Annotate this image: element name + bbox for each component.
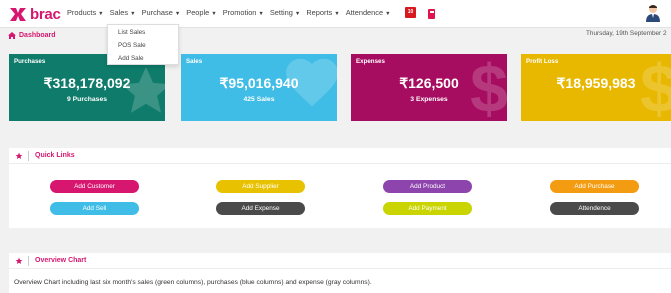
nav-setting[interactable]: Setting ▼ [270,8,300,17]
nav-promotion-label: Promotion [222,8,257,17]
star-icon [15,257,23,264]
overview-chart-description: Overview Chart including last six month'… [14,279,372,286]
quick-links-header: Quick Links [9,148,671,164]
card-value: ₹18,959,983 [556,75,636,91]
calculator-icon[interactable] [428,9,435,19]
chevron-down-icon: ▼ [130,11,136,17]
breadcrumb[interactable]: Dashboard [8,32,56,39]
nav-reports[interactable]: Reports ▼ [306,8,339,17]
chevron-down-icon: ▼ [294,11,301,17]
home-icon [8,32,16,39]
expenses-card[interactable]: $ Expenses ₹126,500 3 Expenses [351,54,507,121]
chevron-down-icon: ▼ [258,11,264,17]
nav-people-label: People [186,8,210,17]
attendence-button[interactable]: Attendence [550,202,639,215]
chevron-down-icon: ▼ [174,11,181,17]
notification-badge-icon[interactable]: 10 [405,7,416,18]
card-value: ₹126,500 [399,75,459,91]
nav-attendence[interactable]: Attendence ▼ [346,8,391,17]
current-date: Thursday, 19th September 2 [586,30,667,37]
card-label: Profit Loss [526,58,559,65]
chevron-down-icon: ▼ [98,11,104,17]
nav-reports-label: Reports [306,8,333,17]
menu-item-list-sales[interactable]: List Sales [108,26,178,39]
add-customer-button[interactable]: Add Customer [50,180,139,193]
quick-links-panel: Quick Links Add Customer Add Supplier Ad… [9,148,671,228]
breadcrumb-label: Dashboard [19,32,56,39]
card-label: Sales [186,58,203,65]
card-sub: 425 Sales [243,96,275,103]
quick-links-title: Quick Links [35,152,75,159]
breadcrumb-row: Dashboard Thursday, 19th September 2 [0,28,671,44]
card-label: Purchases [14,58,46,65]
add-payment-button[interactable]: Add Payment [383,202,472,215]
card-sub: 3 Expenses [410,96,448,103]
chevron-down-icon: ▼ [211,11,217,17]
chevron-down-icon: ▼ [385,11,391,17]
brand-name: brac [30,5,61,23]
card-value: ₹318,178,092 [43,75,131,91]
card-label: Expenses [356,58,385,65]
add-supplier-button[interactable]: Add Supplier [216,180,305,193]
nav-promotion[interactable]: Promotion ▼ [223,8,264,17]
card-value: ₹95,016,940 [219,75,299,91]
add-sell-button[interactable]: Add Sell [50,202,139,215]
add-product-button[interactable]: Add Product [383,180,472,193]
header-divider [28,255,29,266]
overview-chart-title: Overview Chart [35,257,87,264]
profit-loss-card[interactable]: $ Profit Loss ₹18,959,983 [521,54,671,121]
add-purchase-button[interactable]: Add Purchase [550,180,639,193]
add-expense-button[interactable]: Add Expense [216,202,305,215]
nav-sales[interactable]: Sales ▼ [110,8,136,17]
nav-products[interactable]: Products ▼ [67,8,104,17]
menu-item-pos-sale[interactable]: POS Sale [108,39,178,52]
sales-dropdown-menu: List Sales POS Sale Add Sale [107,24,179,65]
header-divider [28,150,29,161]
nav-purchase-label: Purchase [141,8,173,17]
user-avatar-icon[interactable] [646,4,660,22]
brac-logo-icon [10,8,26,21]
chevron-down-icon: ▼ [334,11,340,17]
nav-products-label: Products [67,8,97,17]
card-sub: 9 Purchases [66,96,108,103]
nav-sales-label: Sales [109,8,129,17]
star-icon [15,152,23,159]
main-nav: Products ▼ Sales ▼ Purchase ▼ People ▼ Promo… [67,8,397,17]
brand-logo[interactable]: brac [8,4,61,24]
overview-chart-header: Overview Chart [9,253,671,269]
overview-chart-panel: Overview Chart Overview Chart including … [9,253,671,293]
nav-setting-label: Setting [269,8,293,17]
menu-item-add-sale[interactable]: Add Sale [108,52,178,65]
top-navbar: brac Products ▼ Sales ▼ Purchase ▼ People ▼ … [0,0,671,28]
nav-attendence-label: Attendence [345,8,384,17]
nav-purchase[interactable]: Purchase ▼ [142,8,181,17]
nav-people[interactable]: People ▼ [186,8,216,17]
sales-card[interactable]: Sales ₹95,016,940 425 Sales [181,54,337,121]
